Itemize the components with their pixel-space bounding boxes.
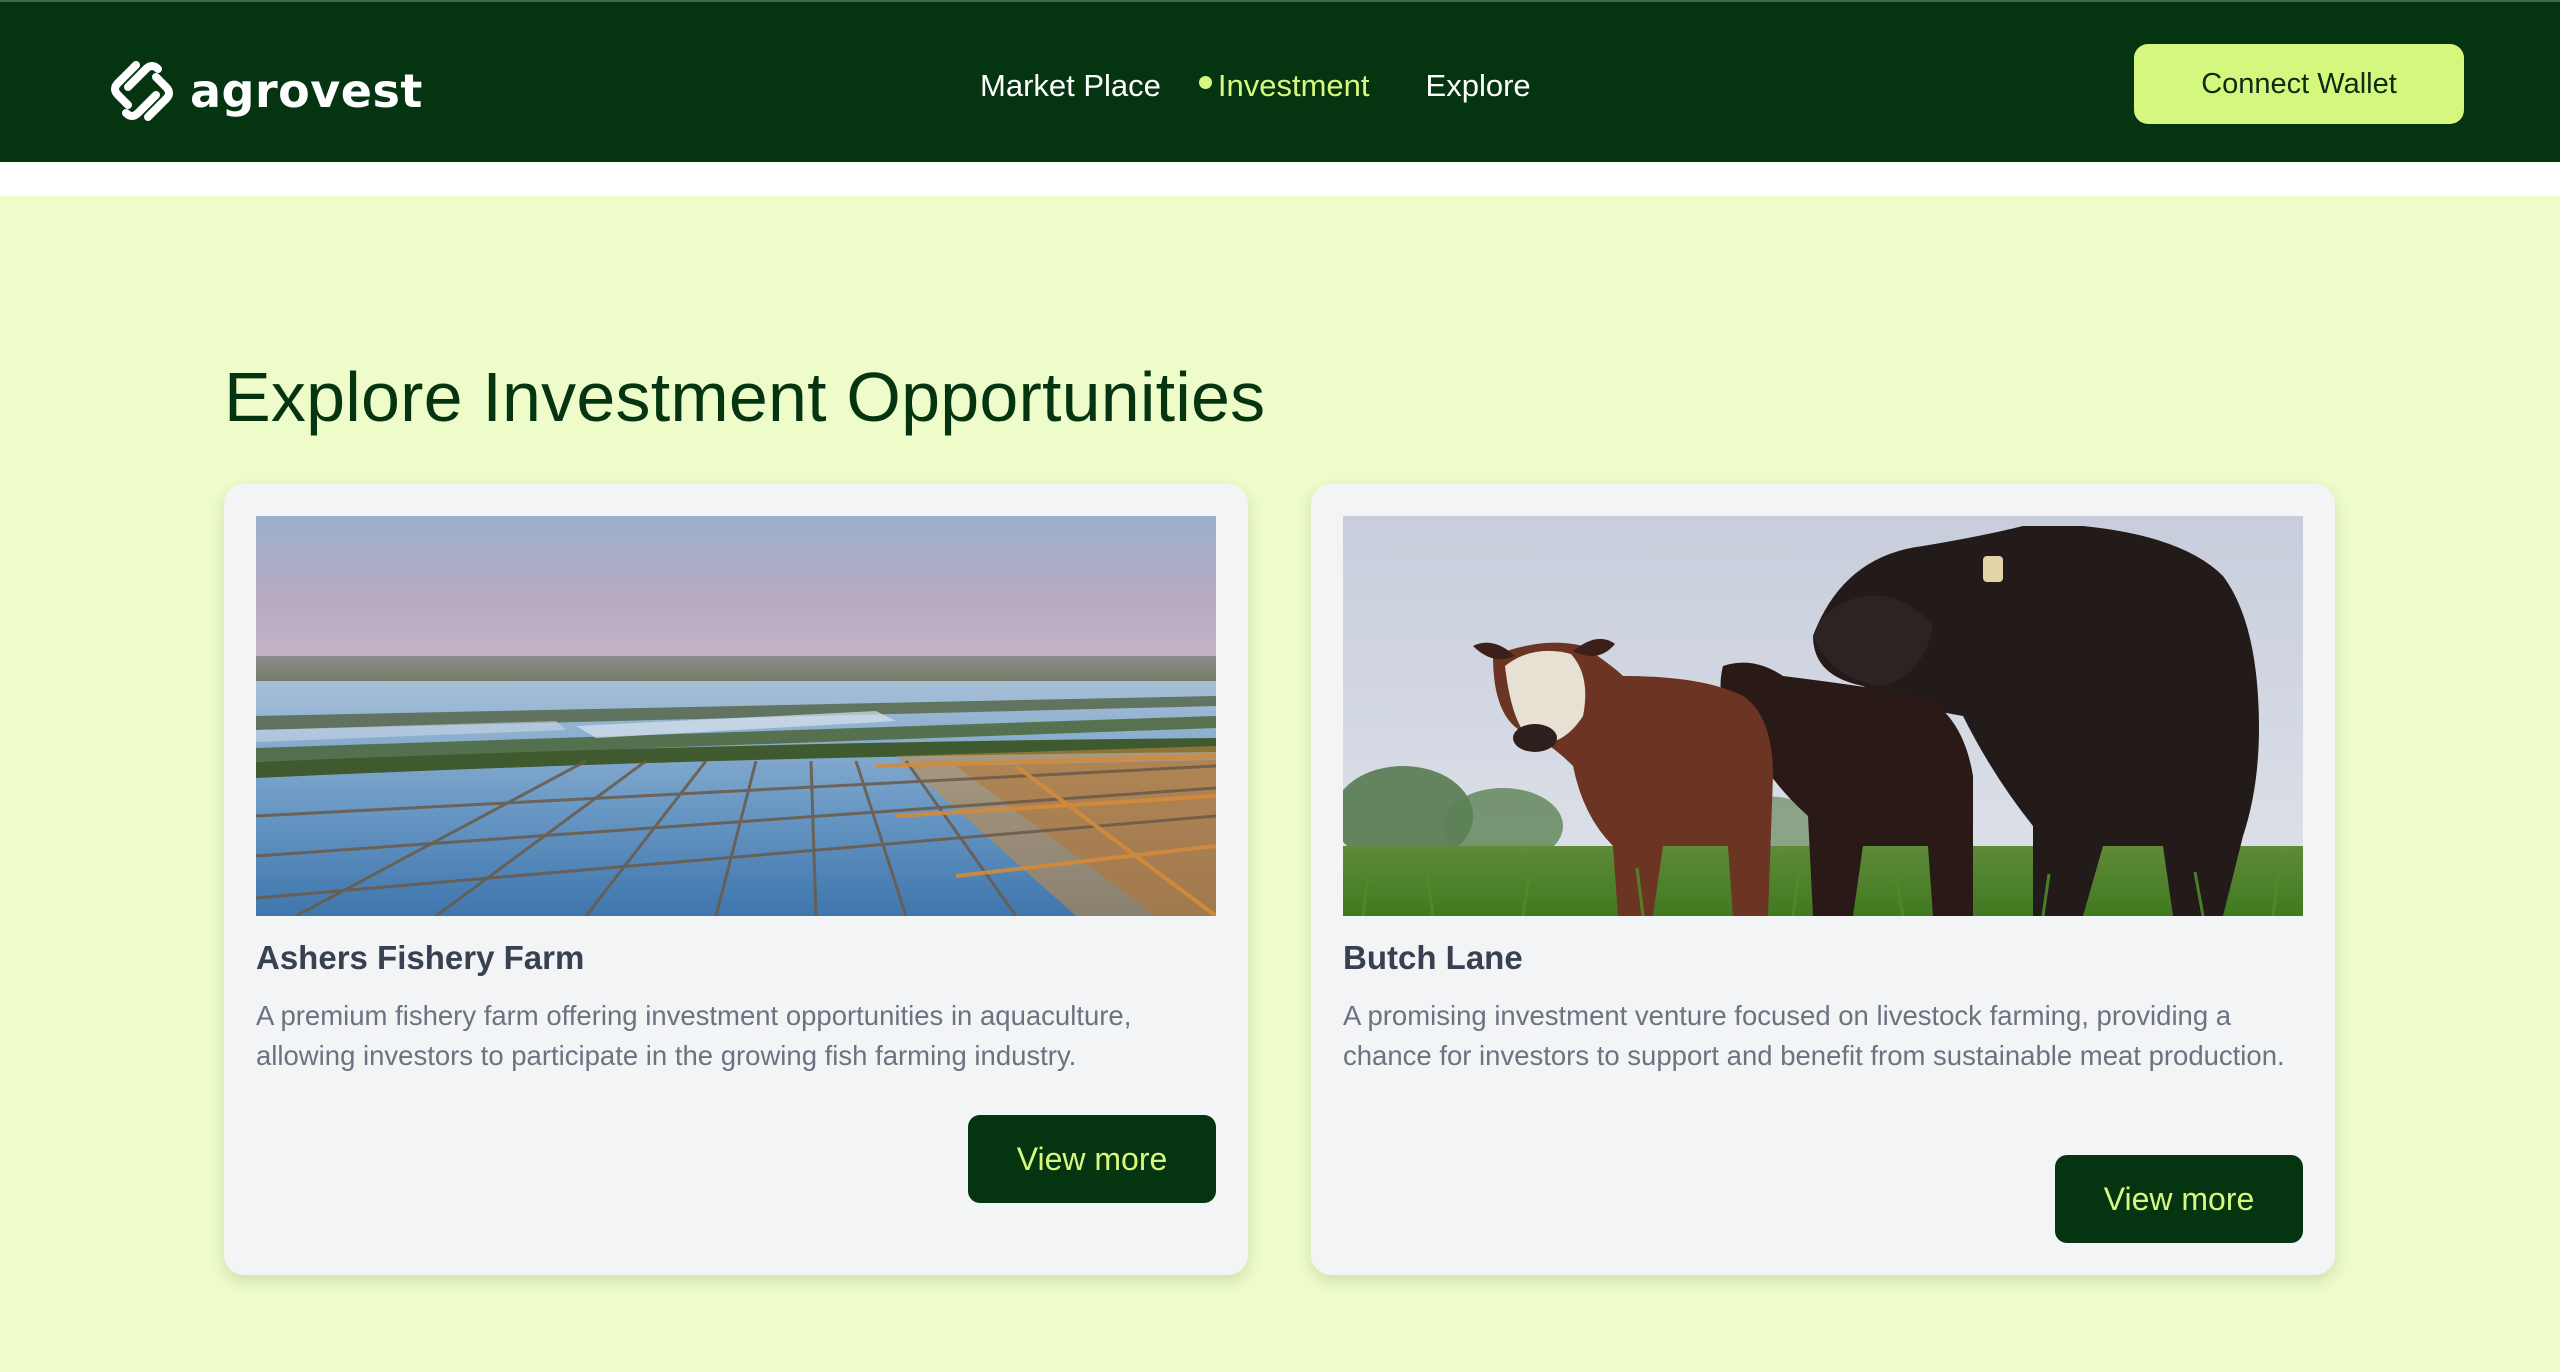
nav-item-investment[interactable]: Investment xyxy=(1198,64,1370,108)
nav-item-label: Explore xyxy=(1425,68,1531,103)
card-description: A premium fishery farm offering investme… xyxy=(256,1000,1132,1071)
card-description: A promising investment venture focused o… xyxy=(1343,1000,2285,1071)
connect-wallet-button[interactable]: Connect Wallet xyxy=(2134,44,2464,124)
fishery-farm-image[interactable] xyxy=(256,516,1216,916)
brand-logo[interactable]: agrovest xyxy=(108,56,423,126)
investment-card: Butch Lane A promising investment ventur… xyxy=(1311,484,2335,1275)
view-more-button[interactable]: View more xyxy=(2055,1155,2303,1243)
agrovest-logo-icon xyxy=(111,61,173,121)
top-navbar: agrovest Market Place Investment Explore… xyxy=(0,0,2560,162)
brand-name: agrovest xyxy=(190,64,423,118)
nav-item-label: Market Place xyxy=(980,68,1161,103)
nav-item-explore[interactable]: Explore xyxy=(1426,64,1531,108)
header-divider xyxy=(0,162,2560,196)
view-more-button[interactable]: View more xyxy=(968,1115,1216,1203)
nav-item-label: Investment xyxy=(1217,68,1370,103)
card-title: Ashers Fishery Farm xyxy=(256,939,585,976)
main-nav: Market Place Investment Explore xyxy=(980,64,1531,108)
page-title: Explore Investment Opportunities xyxy=(224,358,1266,436)
dot-icon xyxy=(1198,75,1212,89)
livestock-farm-image[interactable] xyxy=(1343,516,2303,916)
card-title: Butch Lane xyxy=(1343,939,1523,976)
investment-card: Ashers Fishery Farm A premium fishery fa… xyxy=(224,484,1248,1275)
nav-item-market-place[interactable]: Market Place xyxy=(980,64,1161,108)
